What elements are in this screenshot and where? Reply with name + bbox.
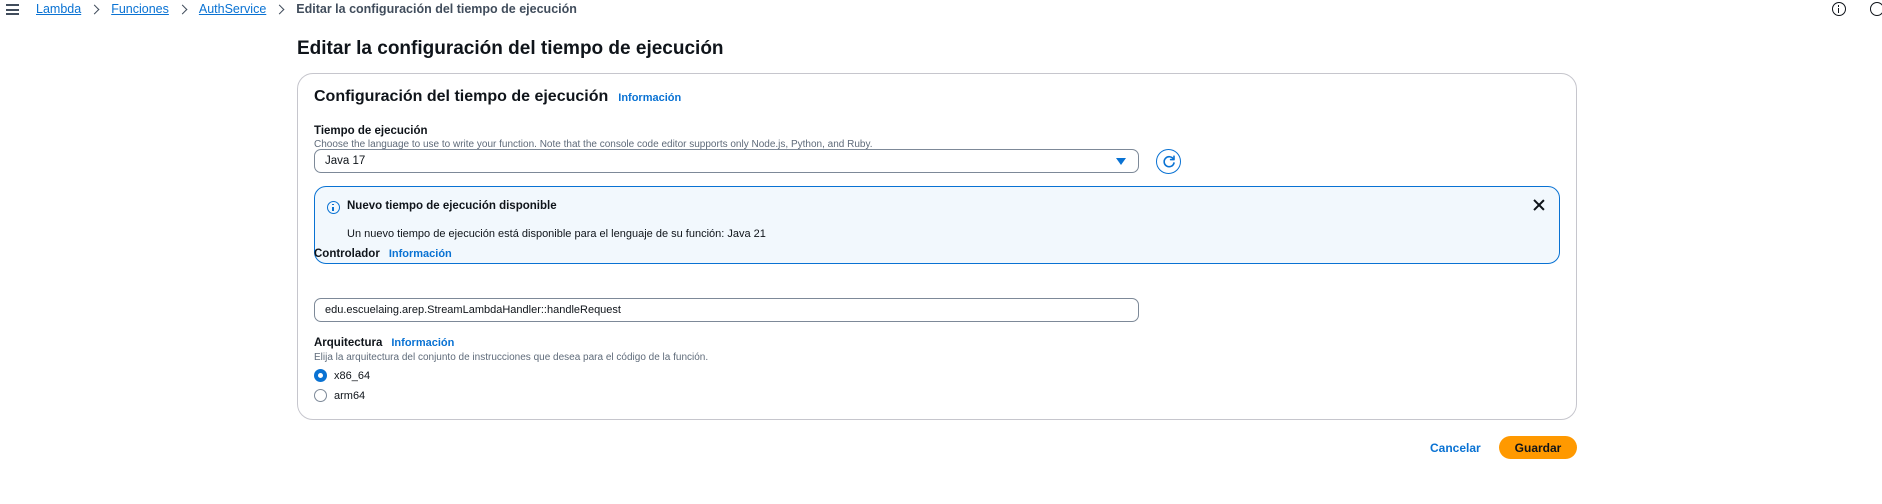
settings-icon[interactable] — [1870, 2, 1882, 16]
architecture-label-text: Arquitectura — [314, 337, 383, 349]
handler-input[interactable] — [314, 298, 1139, 322]
refresh-runtimes-button[interactable] — [1156, 149, 1181, 174]
alert-title: Nuevo tiempo de ejecución disponible — [347, 200, 557, 212]
breadcrumb-link-funciones[interactable]: Funciones — [111, 2, 169, 16]
runtime-label-text: Tiempo de ejecución — [314, 125, 428, 137]
chevron-right-icon — [89, 4, 100, 14]
runtime-select[interactable]: Java 17 — [314, 149, 1139, 173]
radio-button-unchecked[interactable] — [314, 389, 327, 402]
handler-label-text: Controlador — [314, 248, 380, 260]
info-icon — [327, 201, 340, 214]
architecture-info-link[interactable]: Información — [391, 337, 454, 349]
caret-down-icon — [1116, 158, 1126, 165]
architecture-label: Arquitectura Información — [314, 337, 454, 349]
radio-button-checked[interactable] — [314, 369, 327, 382]
breadcrumb: Lambda Funciones AuthService Editar la c… — [36, 2, 577, 16]
runtime-settings-container: Configuración del tiempo de ejecución In… — [297, 73, 1577, 420]
radio-option-arm64[interactable]: arm64 — [314, 389, 365, 402]
alert-body: Un nuevo tiempo de ejecución está dispon… — [347, 228, 766, 240]
chevron-right-icon — [274, 4, 285, 14]
breadcrumb-current: Editar la configuración del tiempo de ej… — [296, 2, 577, 16]
chevron-right-icon — [177, 4, 188, 14]
container-info-link[interactable]: Información — [618, 92, 681, 104]
container-title: Configuración del tiempo de ejecución — [314, 88, 609, 105]
hamburger-menu-icon[interactable] — [6, 4, 19, 15]
radio-label-arm64: arm64 — [334, 389, 366, 402]
runtime-select-value: Java 17 — [325, 155, 366, 167]
radio-label-x86-64: x86_64 — [334, 369, 371, 382]
page-title: Editar la configuración del tiempo de ej… — [297, 38, 724, 59]
save-button[interactable]: Guardar — [1499, 436, 1577, 459]
container-header: Configuración del tiempo de ejecución In… — [314, 88, 681, 106]
breadcrumb-link-authservice[interactable]: AuthService — [199, 2, 266, 16]
breadcrumb-link-lambda[interactable]: Lambda — [36, 2, 81, 16]
handler-info-link[interactable]: Información — [389, 248, 452, 260]
handler-label: Controlador Información — [314, 248, 452, 260]
new-runtime-alert: Nuevo tiempo de ejecución disponible Un … — [314, 186, 1560, 264]
architecture-description: Elija la arquitectura del conjunto de in… — [314, 352, 709, 363]
refresh-icon — [1162, 154, 1175, 167]
close-icon[interactable] — [1531, 197, 1547, 213]
info-panel-icon[interactable] — [1832, 2, 1846, 16]
top-navigation-bar: Lambda Funciones AuthService Editar la c… — [0, 0, 1882, 19]
cancel-button[interactable]: Cancelar — [1420, 436, 1491, 459]
runtime-label: Tiempo de ejecución — [314, 125, 428, 137]
radio-option-x86-64[interactable]: x86_64 — [314, 369, 370, 382]
